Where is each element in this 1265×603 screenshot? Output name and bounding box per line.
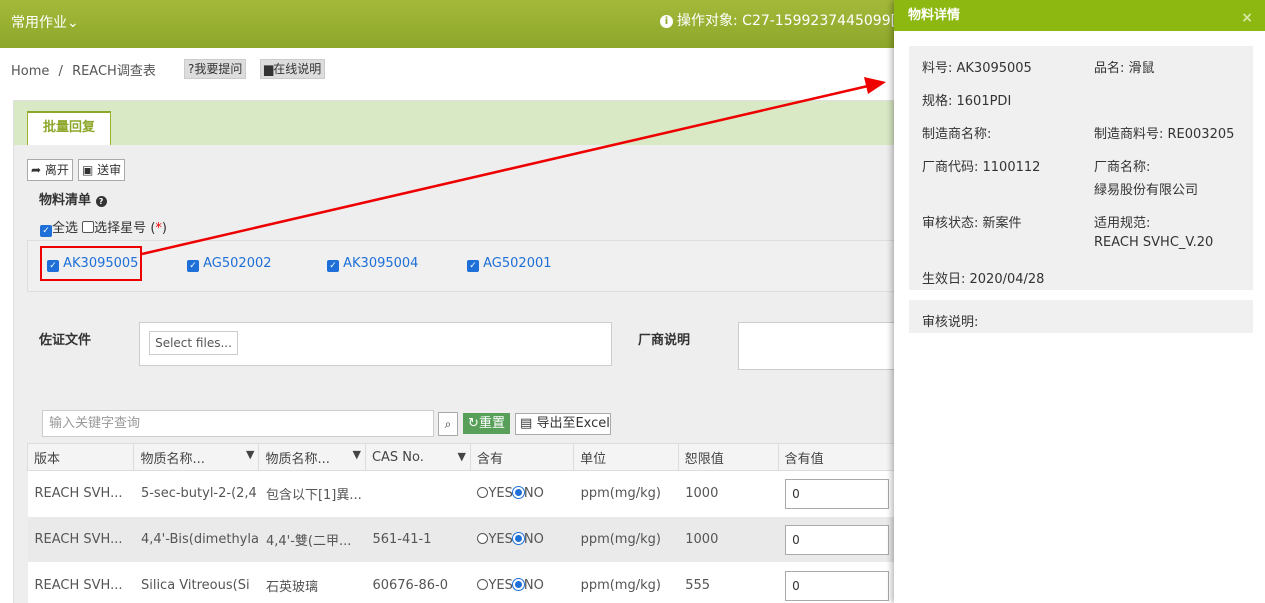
- drawer-header: 物料详情 ×: [894, 0, 1265, 31]
- regulation-value: REACH SVHC_V.20: [1094, 235, 1214, 250]
- material-detail-drawer: 物料详情 × 料号: AK3095005 品名: 滑鼠 规格: 1601PDI …: [894, 0, 1265, 603]
- review-note-field: 审核说明:: [922, 315, 979, 330]
- review-status-field: 审核状态: 新案件: [922, 216, 1022, 231]
- vendor-code-field: 厂商代码: 1100112: [922, 160, 1041, 175]
- review-note-card: 审核说明:: [909, 300, 1253, 333]
- spec-field: 规格: 1601PDI: [922, 94, 1012, 109]
- regulation-label: 适用规范:: [1094, 216, 1151, 231]
- part-name-field: 品名: 滑鼠: [1094, 61, 1155, 76]
- detail-card: 料号: AK3095005 品名: 滑鼠 规格: 1601PDI 制造商名称: …: [909, 46, 1253, 290]
- arrow-head: [864, 77, 886, 94]
- maker-part-no-field: 制造商料号: RE003205: [1094, 127, 1235, 142]
- effective-date-field: 生效日: 2020/04/28: [922, 272, 1045, 287]
- vendor-name-value: 緑易股份有限公司: [1094, 183, 1199, 198]
- vendor-name-label: 厂商名称:: [1094, 160, 1151, 175]
- close-icon[interactable]: ×: [1241, 3, 1253, 34]
- arrow-line: [141, 84, 869, 256]
- part-no-field: 料号: AK3095005: [922, 61, 1032, 76]
- maker-name-field: 制造商名称:: [922, 127, 992, 142]
- drawer-title: 物料详情: [908, 8, 961, 23]
